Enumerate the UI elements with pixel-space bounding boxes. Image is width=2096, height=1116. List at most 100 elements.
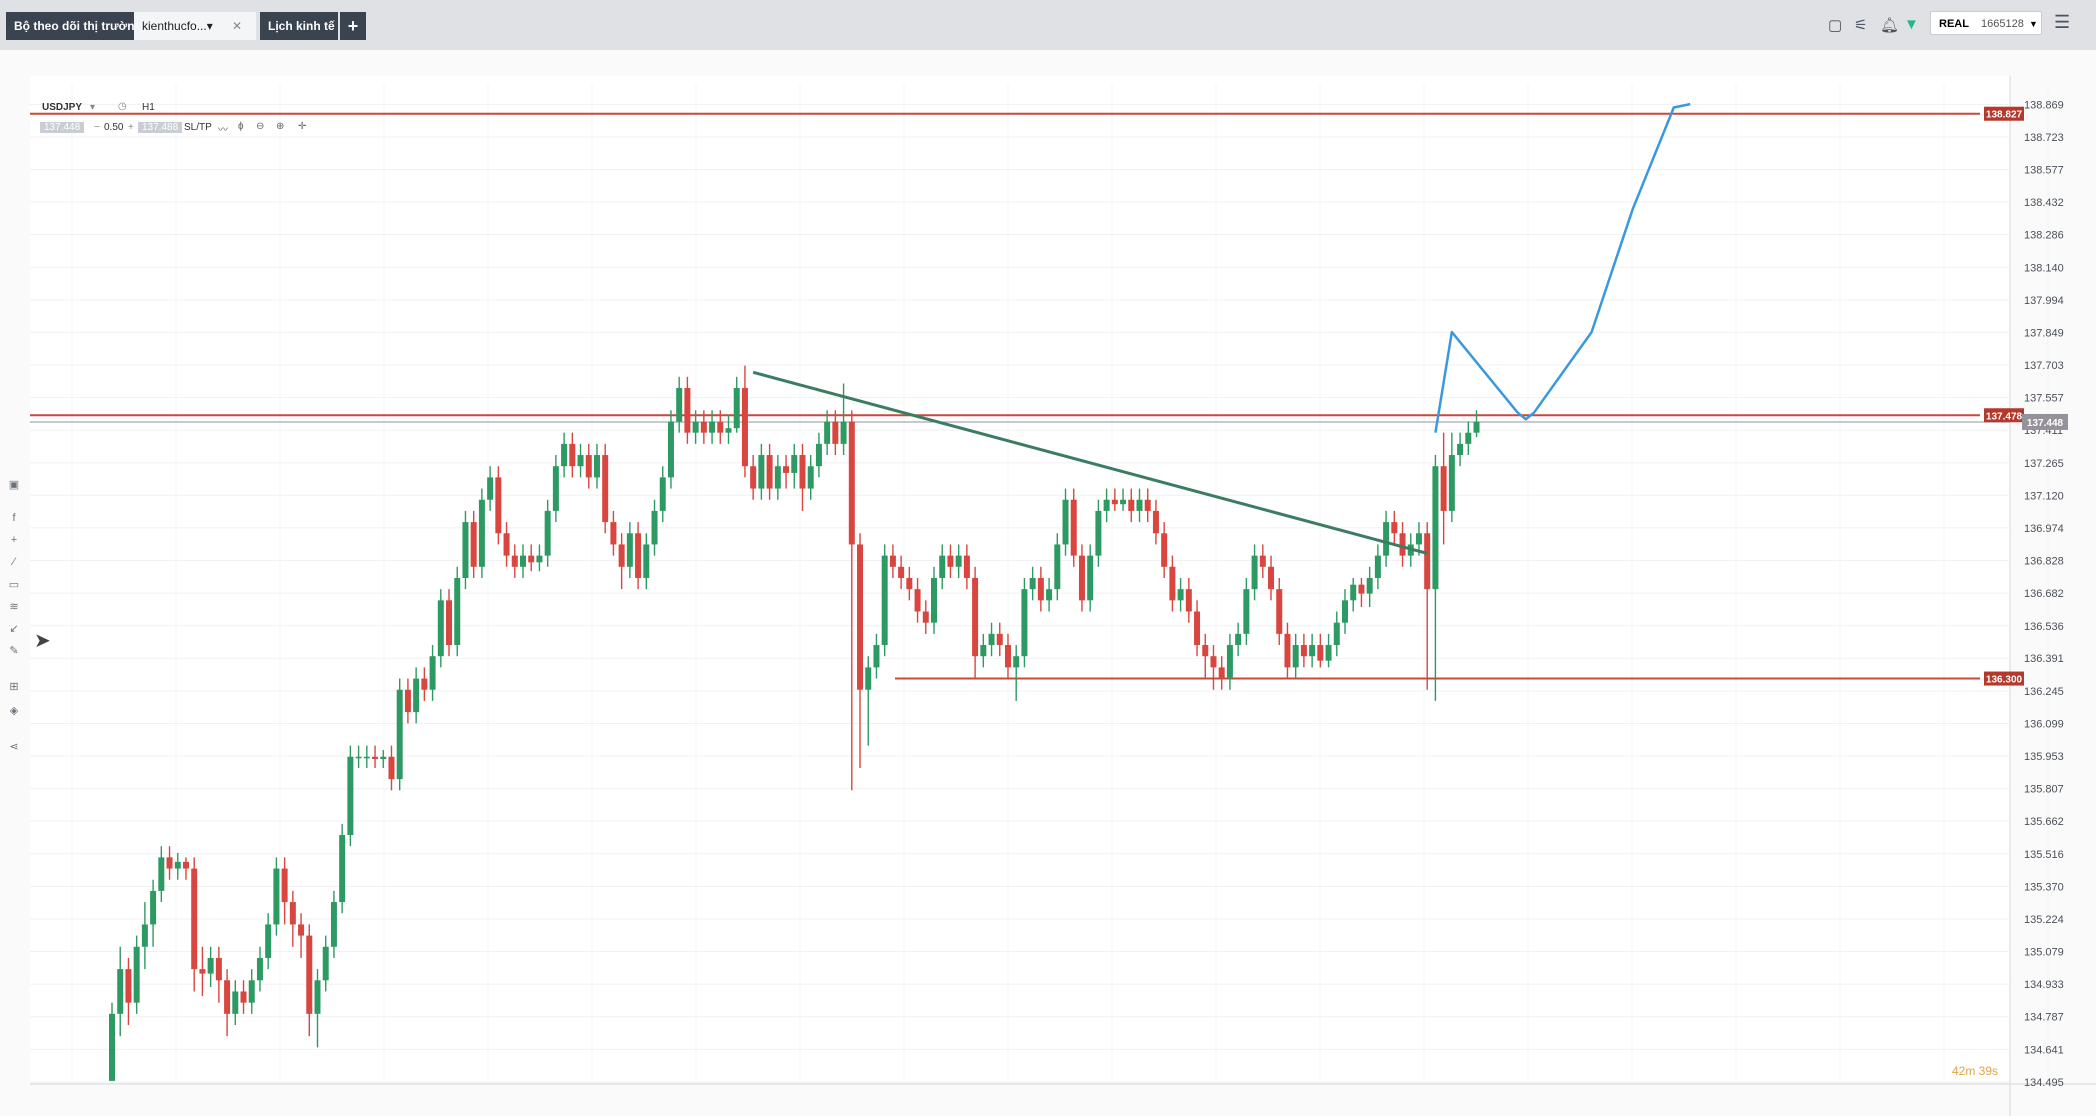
bell-icon[interactable]: 🔔︎ xyxy=(1880,16,1899,34)
candle-bullish xyxy=(1087,555,1094,601)
lot-size-input[interactable]: 0.50 xyxy=(104,122,123,133)
layers-icon[interactable]: ◈ xyxy=(6,704,22,717)
menu-icon[interactable]: ☰ xyxy=(2054,12,2070,33)
zoom-out-icon[interactable]: ⊖ xyxy=(256,121,264,132)
zoom-in-icon[interactable]: ⊕ xyxy=(276,121,284,132)
candle-bearish xyxy=(404,689,411,713)
candle-bullish xyxy=(273,868,280,925)
y-tick-label: 138.286 xyxy=(2024,230,2064,242)
line-chart-icon[interactable]: 〰 xyxy=(218,121,228,136)
candle-bullish xyxy=(651,510,658,545)
fibonacci-tool-icon[interactable]: ≋ xyxy=(6,600,22,613)
candle-bullish xyxy=(593,455,600,478)
candle-bullish xyxy=(109,1013,115,1081)
candle-bullish xyxy=(1243,589,1250,634)
candle-bearish xyxy=(569,443,576,467)
close-icon[interactable]: ✕ xyxy=(232,19,242,33)
candle-bearish xyxy=(963,555,970,578)
candle-bullish xyxy=(758,455,765,489)
y-tick-label: 137.265 xyxy=(2024,458,2064,470)
ruler-icon[interactable]: ⊞ xyxy=(6,680,22,693)
share-icon[interactable]: ⋖ xyxy=(6,740,22,753)
y-tick-label: 134.933 xyxy=(2024,979,2064,991)
candle-bullish xyxy=(413,678,420,713)
candle-bullish xyxy=(1432,466,1439,590)
candle-bullish xyxy=(561,443,568,467)
account-mode: REAL xyxy=(1939,18,1969,30)
candle-bearish xyxy=(799,455,806,489)
y-tick-label: 136.391 xyxy=(2024,653,2064,665)
candle-bearish xyxy=(1358,584,1365,594)
symbol-dropdown-icon[interactable]: ▾ xyxy=(90,102,95,113)
candle-bullish xyxy=(955,555,962,567)
arrow-tool-icon[interactable]: ↙ xyxy=(6,622,22,635)
function-icon[interactable]: f xyxy=(6,512,22,524)
y-tick-label: 136.099 xyxy=(2024,718,2064,730)
candlestick-chart[interactable]: 138.869 138.723 138.577 138.432 138.286 138.1… xyxy=(0,50,2096,1116)
lot-plus-button[interactable]: + xyxy=(128,122,134,133)
ask-price[interactable]: 137.488 xyxy=(138,122,183,133)
crosshair-tool-icon[interactable]: + xyxy=(6,534,22,546)
sltp-button[interactable]: SL/TP xyxy=(184,122,212,133)
y-tick-label: 137.703 xyxy=(2024,360,2064,372)
timeframe-select[interactable]: H1 xyxy=(142,102,155,113)
add-tab-button[interactable]: + xyxy=(340,12,366,40)
y-tick-label: 134.641 xyxy=(2024,1044,2064,1056)
rectangle-tool-icon[interactable]: ▭ xyxy=(6,578,22,591)
indicators-icon[interactable]: ɸ xyxy=(238,121,244,132)
candle-bullish xyxy=(988,633,995,646)
candle-bullish xyxy=(380,756,387,760)
tab-close-area[interactable]: ✕ xyxy=(218,12,256,40)
candle-countdown: 42m 39s xyxy=(1952,1064,1998,1078)
window-icon[interactable]: ▢ xyxy=(1828,16,1842,34)
y-tick-label: 136.974 xyxy=(2024,523,2064,535)
candle-bullish xyxy=(1415,533,1422,545)
tab-market-watch[interactable]: Bộ theo dõi thị trường xyxy=(6,12,134,40)
candle-bullish xyxy=(1457,443,1464,456)
candle-bullish xyxy=(939,555,946,578)
candle-bearish xyxy=(298,924,305,936)
candle-bearish xyxy=(372,756,379,760)
candle-bearish xyxy=(166,857,173,869)
candle-bullish xyxy=(1177,589,1184,601)
lot-minus-button[interactable]: − xyxy=(94,122,100,133)
crosshair-icon[interactable]: ✛ xyxy=(298,121,306,132)
candle-bullish xyxy=(150,890,157,925)
candle-bullish xyxy=(487,477,494,500)
symbol-name[interactable]: USDJPY xyxy=(42,102,82,113)
y-tick-label: 135.370 xyxy=(2024,881,2064,893)
clock-icon[interactable]: ◷ xyxy=(118,101,127,112)
level-price-label: 137.478 xyxy=(1986,411,2023,422)
bid-price[interactable]: 137.448 xyxy=(40,122,85,133)
trendline-tool-icon[interactable]: ⁄ xyxy=(6,556,22,568)
account-selector[interactable]: REAL 1665128 ▼ xyxy=(1930,11,2042,35)
candle-bullish xyxy=(1120,499,1127,505)
y-tick-label: 138.140 xyxy=(2024,262,2064,274)
candle-bullish xyxy=(1103,499,1110,511)
y-tick-label: 135.079 xyxy=(2024,946,2064,958)
candle-bearish xyxy=(700,421,707,433)
fullscreen-icon[interactable]: ▣ xyxy=(6,478,22,491)
candle-bullish xyxy=(1473,421,1480,433)
tab-active-chart[interactable]: kienthucfo...▾ xyxy=(134,12,218,40)
candle-bullish xyxy=(659,477,666,511)
chart-area[interactable]: 138.869 138.723 138.577 138.432 138.286 138.1… xyxy=(0,50,2096,1116)
mouse-cursor-icon: ➤ xyxy=(34,630,51,652)
candle-bearish xyxy=(1111,499,1118,505)
candle-bullish xyxy=(232,991,239,1014)
candle-bullish xyxy=(725,428,732,433)
y-tick-label: 136.245 xyxy=(2024,686,2064,698)
pencil-tool-icon[interactable]: ✎ xyxy=(6,644,22,657)
y-tick-label: 136.536 xyxy=(2024,621,2064,633)
candle-bearish xyxy=(1169,566,1176,601)
sliders-icon[interactable]: ⚟ xyxy=(1854,16,1867,34)
candle-bearish xyxy=(996,633,1003,646)
candle-bullish xyxy=(454,577,461,646)
candle-bearish xyxy=(1317,645,1324,661)
candle-bearish xyxy=(717,421,724,433)
candle-bullish xyxy=(265,924,272,958)
candle-bullish xyxy=(1383,522,1390,556)
candle-bearish xyxy=(495,477,502,534)
candle-bullish xyxy=(1448,455,1455,511)
tab-economic-calendar[interactable]: Lịch kinh tế xyxy=(260,12,338,40)
